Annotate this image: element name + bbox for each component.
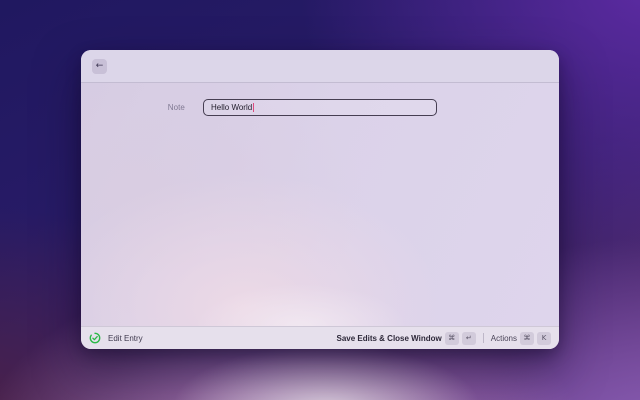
window-header: ← — [81, 50, 559, 83]
back-button[interactable]: ← — [92, 59, 107, 74]
k-key-badge: K — [537, 331, 551, 345]
form-area: Note Hello World — [81, 83, 559, 326]
back-arrow-icon: ← — [95, 61, 104, 71]
app-window: ← Note Hello World Edit Entry Save Edits… — [81, 50, 559, 349]
action-bar: Edit Entry Save Edits & Close Window ⌘ ↵… — [81, 326, 559, 349]
actions-label: Actions — [490, 333, 517, 343]
save-edits-label: Save Edits & Close Window — [336, 333, 442, 343]
footer-source: Edit Entry — [89, 332, 143, 344]
source-label: Edit Entry — [108, 333, 143, 343]
note-form-row: Note Hello World — [81, 83, 559, 116]
edit-entry-check-icon — [89, 332, 101, 344]
actions-menu-button[interactable]: Actions ⌘ K — [490, 331, 551, 345]
text-caret — [253, 103, 255, 112]
note-input-value: Hello World — [211, 103, 253, 112]
note-field-label: Note — [167, 103, 185, 112]
cmd-key-badge: ⌘ — [444, 331, 459, 345]
note-input[interactable]: Hello World — [203, 99, 437, 116]
save-edits-button[interactable]: Save Edits & Close Window ⌘ ↵ — [336, 331, 476, 345]
cmd-key-badge: ⌘ — [520, 331, 534, 345]
footer-divider — [482, 333, 484, 343]
return-key-badge: ↵ — [461, 331, 476, 345]
footer-actions: Save Edits & Close Window ⌘ ↵ Actions ⌘ … — [336, 331, 551, 345]
